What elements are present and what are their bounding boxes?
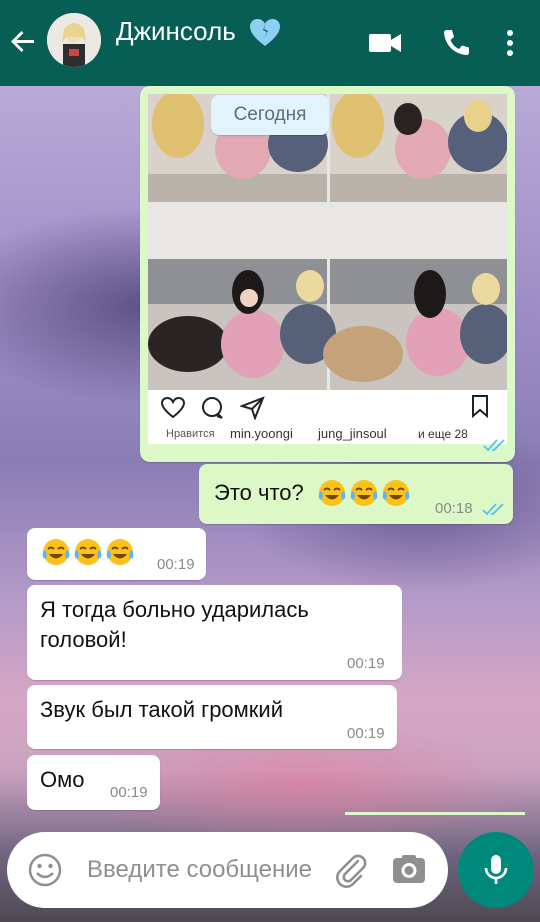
- message-bubble-outgoing[interactable]: Это что? 00:18: [199, 464, 513, 524]
- back-arrow-icon[interactable]: [8, 26, 38, 56]
- bookmark-icon: [472, 395, 488, 418]
- instagram-action-row: Нравится min.yoongi jung_jinsoul и еще 2…: [148, 390, 507, 444]
- insta-user-2: jung_jinsoul: [318, 426, 387, 441]
- message-text: Омо: [40, 767, 85, 792]
- share-icon: [240, 396, 265, 420]
- chat-header: Джинсоль: [0, 0, 540, 86]
- comment-icon: [202, 397, 223, 419]
- message-bubble-incoming[interactable]: 00:19: [27, 528, 206, 580]
- camera-icon[interactable]: [391, 852, 427, 888]
- more-vertical-icon[interactable]: [491, 24, 529, 62]
- message-time: 00:19: [347, 725, 385, 742]
- shared-photo[interactable]: Нравится min.yoongi jung_jinsoul и еще 2…: [148, 94, 507, 444]
- incoming-message-edge: [345, 812, 525, 815]
- date-chip: Сегодня: [211, 95, 329, 135]
- message-text-line-1: Я тогда больно ударилась: [40, 597, 309, 622]
- video-call-icon[interactable]: [366, 24, 404, 62]
- tears-of-joy-emoji-icon: [382, 480, 410, 506]
- message-bubble-incoming[interactable]: Звук был такой громкий 00:19: [27, 685, 397, 749]
- contact-name[interactable]: Джинсоль: [116, 16, 236, 47]
- message-text: Это что?: [214, 480, 304, 505]
- tears-of-joy-emoji-icon: [350, 480, 378, 506]
- message-bubble-incoming[interactable]: Я тогда больно ударилась головой! 00:19: [27, 585, 402, 680]
- emoji-icon[interactable]: [27, 852, 63, 888]
- laughing-emoji-group: [39, 537, 135, 567]
- message-text: Звук был такой громкий: [40, 697, 283, 722]
- message-bubble-incoming[interactable]: Омо 00:19: [27, 755, 160, 810]
- insta-likes-label: Нравится: [166, 428, 215, 440]
- blue-heart-icon: [249, 18, 281, 48]
- tears-of-joy-emoji-icon: [106, 539, 134, 565]
- message-text-line-2: головой!: [40, 627, 127, 652]
- attach-icon[interactable]: [331, 850, 369, 888]
- tears-of-joy-emoji-icon: [318, 480, 346, 506]
- read-ticks-icon: [483, 439, 505, 452]
- insta-user-1: min.yoongi: [230, 426, 293, 441]
- message-time: 00:19: [157, 556, 195, 573]
- insta-more: и еще 28: [418, 427, 468, 441]
- message-time: 00:18: [435, 500, 473, 517]
- message-composer: [7, 832, 448, 908]
- mic-icon: [484, 855, 508, 884]
- message-input[interactable]: [87, 854, 347, 886]
- tears-of-joy-emoji-icon: [74, 539, 102, 565]
- read-ticks-icon: [482, 503, 504, 516]
- laughing-emoji-group: [315, 478, 411, 508]
- mic-button[interactable]: [458, 832, 534, 908]
- image-message[interactable]: Нравится min.yoongi jung_jinsoul и еще 2…: [140, 86, 515, 462]
- tears-of-joy-emoji-icon: [42, 539, 70, 565]
- heart-outline-icon: [160, 396, 186, 419]
- message-time: 00:19: [110, 784, 148, 801]
- phone-icon[interactable]: [437, 24, 475, 62]
- message-time: 00:19: [347, 655, 385, 672]
- contact-avatar[interactable]: [47, 13, 101, 67]
